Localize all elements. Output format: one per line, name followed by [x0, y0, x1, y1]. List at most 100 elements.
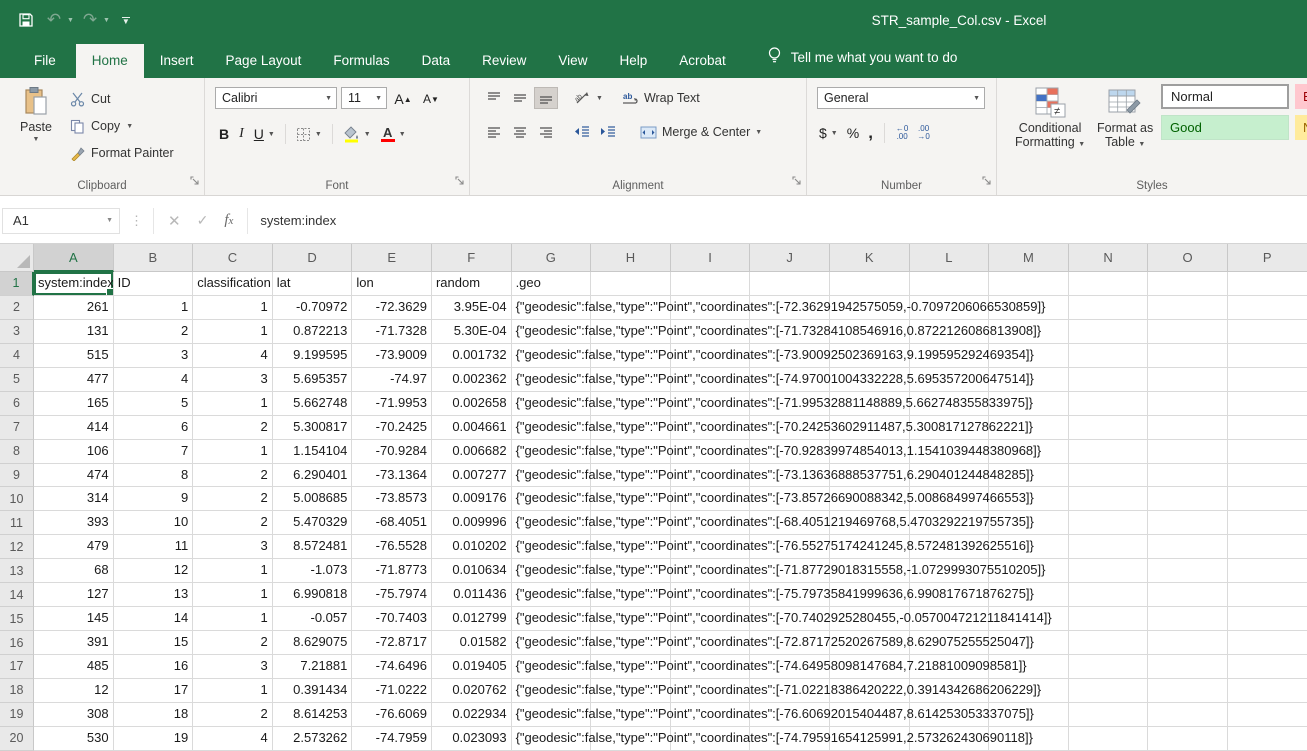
cell-o1[interactable] — [1148, 272, 1228, 296]
cell-e4[interactable]: -73.9009 — [352, 344, 432, 368]
cell-p17[interactable] — [1228, 655, 1307, 679]
cell-a14[interactable]: 127 — [34, 583, 114, 607]
borders-button[interactable] — [296, 122, 311, 146]
orientation-caret-icon[interactable]: ▼ — [596, 95, 603, 102]
cell-f8[interactable]: 0.006682 — [432, 440, 512, 464]
row-header-8[interactable]: 8 — [0, 440, 34, 464]
cell-n1[interactable] — [1069, 272, 1149, 296]
fill-color-caret-icon[interactable]: ▼ — [364, 131, 371, 138]
orientation-button[interactable]: ab — [570, 87, 594, 109]
cell-o7[interactable] — [1148, 416, 1228, 440]
cell-a4[interactable]: 515 — [34, 344, 114, 368]
format-as-table-button[interactable]: Format asTable ▼ — [1097, 86, 1153, 152]
cell-e13[interactable]: -71.8773 — [352, 559, 432, 583]
cell-e12[interactable]: -76.5528 — [352, 535, 432, 559]
cell-a7[interactable]: 414 — [34, 416, 114, 440]
cell-c13[interactable]: 1 — [193, 559, 273, 583]
cell-b3[interactable]: 2 — [114, 320, 194, 344]
cell-d16[interactable]: 8.629075 — [273, 631, 353, 655]
italic-button[interactable]: I — [239, 122, 244, 146]
number-dialog-launcher-icon[interactable] — [982, 173, 992, 191]
cell-c8[interactable]: 1 — [193, 440, 273, 464]
cell-p12[interactable] — [1228, 535, 1307, 559]
cell-p2[interactable] — [1228, 296, 1307, 320]
cell-a3[interactable]: 131 — [34, 320, 114, 344]
cell-f1[interactable]: random — [432, 272, 512, 296]
tab-insert[interactable]: Insert — [144, 44, 210, 78]
cell-f6[interactable]: 0.002658 — [432, 392, 512, 416]
comma-style-button[interactable]: , — [868, 121, 873, 145]
row-header-7[interactable]: 7 — [0, 416, 34, 440]
cell-o18[interactable] — [1148, 679, 1228, 703]
cell-p18[interactable] — [1228, 679, 1307, 703]
cell-d12[interactable]: 8.572481 — [273, 535, 353, 559]
cell-n2[interactable] — [1069, 296, 1149, 320]
cell-f12[interactable]: 0.010202 — [432, 535, 512, 559]
row-header-13[interactable]: 13 — [0, 559, 34, 583]
tab-view[interactable]: View — [542, 44, 603, 78]
cell-g12[interactable]: {"geodesic":false,"type":"Point","coordi… — [512, 535, 592, 559]
cell-c3[interactable]: 1 — [193, 320, 273, 344]
cell-p1[interactable] — [1228, 272, 1307, 296]
cell-d8[interactable]: 1.154104 — [273, 440, 353, 464]
tab-data[interactable]: Data — [406, 44, 467, 78]
cell-e2[interactable]: -72.3629 — [352, 296, 432, 320]
cell-o20[interactable] — [1148, 727, 1228, 751]
tab-home[interactable]: Home — [76, 44, 144, 78]
cell-f13[interactable]: 0.010634 — [432, 559, 512, 583]
cell-b4[interactable]: 3 — [114, 344, 194, 368]
cell-n3[interactable] — [1069, 320, 1149, 344]
cell-o14[interactable] — [1148, 583, 1228, 607]
tab-file[interactable]: File — [14, 44, 76, 78]
cell-e15[interactable]: -70.7403 — [352, 607, 432, 631]
underline-caret-icon[interactable]: ▼ — [268, 131, 275, 138]
cell-n14[interactable] — [1069, 583, 1149, 607]
cell-c6[interactable]: 1 — [193, 392, 273, 416]
cell-e6[interactable]: -71.9953 — [352, 392, 432, 416]
cell-d19[interactable]: 8.614253 — [273, 703, 353, 727]
cell-o9[interactable] — [1148, 464, 1228, 488]
cell-d4[interactable]: 9.199595 — [273, 344, 353, 368]
row-header-9[interactable]: 9 — [0, 464, 34, 488]
cell-a9[interactable]: 474 — [34, 464, 114, 488]
cell-d15[interactable]: -0.057 — [273, 607, 353, 631]
cell-d17[interactable]: 7.21881 — [273, 655, 353, 679]
font-name-select[interactable]: Calibri▼ — [215, 87, 337, 109]
cell-n4[interactable] — [1069, 344, 1149, 368]
cell-c11[interactable]: 2 — [193, 511, 273, 535]
cell-g11[interactable]: {"geodesic":false,"type":"Point","coordi… — [512, 511, 592, 535]
column-header-o[interactable]: O — [1148, 244, 1228, 272]
row-header-10[interactable]: 10 — [0, 487, 34, 511]
select-all-corner[interactable] — [0, 244, 34, 272]
cell-p15[interactable] — [1228, 607, 1307, 631]
cell-g6[interactable]: {"geodesic":false,"type":"Point","coordi… — [512, 392, 592, 416]
cell-p3[interactable] — [1228, 320, 1307, 344]
cell-b15[interactable]: 14 — [114, 607, 194, 631]
align-left-button[interactable] — [482, 121, 506, 143]
cell-b12[interactable]: 11 — [114, 535, 194, 559]
cell-o4[interactable] — [1148, 344, 1228, 368]
cell-e16[interactable]: -72.8717 — [352, 631, 432, 655]
cell-o6[interactable] — [1148, 392, 1228, 416]
cell-a16[interactable]: 391 — [34, 631, 114, 655]
bold-button[interactable]: B — [219, 122, 229, 146]
cell-j1[interactable] — [750, 272, 830, 296]
undo-caret-icon[interactable]: ▼ — [67, 17, 74, 24]
cell-a6[interactable]: 165 — [34, 392, 114, 416]
accounting-caret-icon[interactable]: ▼ — [831, 130, 838, 137]
cell-f15[interactable]: 0.012799 — [432, 607, 512, 631]
cell-k1[interactable] — [830, 272, 910, 296]
cell-d10[interactable]: 5.008685 — [273, 487, 353, 511]
cell-o2[interactable] — [1148, 296, 1228, 320]
tell-me-box[interactable]: Tell me what you want to do — [742, 46, 968, 78]
cell-e11[interactable]: -68.4051 — [352, 511, 432, 535]
redo-caret-icon[interactable]: ▼ — [103, 17, 110, 24]
cell-o11[interactable] — [1148, 511, 1228, 535]
cell-i1[interactable] — [671, 272, 751, 296]
cell-d9[interactable]: 6.290401 — [273, 464, 353, 488]
column-header-f[interactable]: F — [432, 244, 512, 272]
cell-e20[interactable]: -74.7959 — [352, 727, 432, 751]
cell-b10[interactable]: 9 — [114, 487, 194, 511]
cell-c19[interactable]: 2 — [193, 703, 273, 727]
cell-a13[interactable]: 68 — [34, 559, 114, 583]
